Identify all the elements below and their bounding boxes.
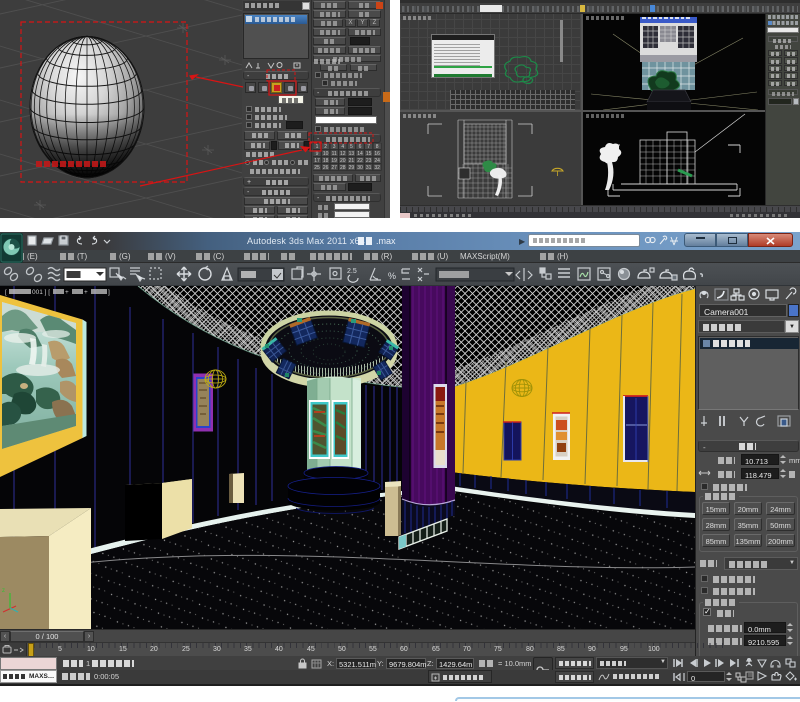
svg-text:]: ] (108, 289, 110, 296)
svg-text:2.5: 2.5 (347, 268, 357, 275)
svg-text:+: + (65, 289, 69, 296)
svg-text:%: % (388, 271, 396, 281)
svg-text:[: [ (5, 289, 7, 296)
svg-text:z: z (2, 588, 5, 594)
svg-text:+: + (84, 289, 88, 296)
svg-text:001 ] [: 001 ] [ (32, 289, 50, 296)
